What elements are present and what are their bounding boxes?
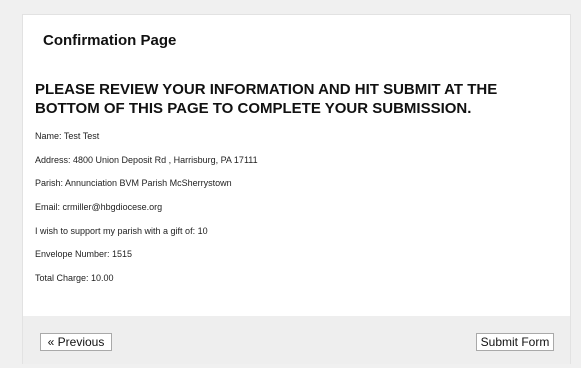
page-title: Confirmation Page bbox=[43, 32, 177, 49]
submission-summary: Name: Test Test Address: 4800 Union Depo… bbox=[35, 131, 555, 297]
previous-button[interactable]: « Previous bbox=[40, 333, 112, 351]
envelope-number-field: Envelope Number: 1515 bbox=[35, 249, 133, 260]
confirmation-card: Confirmation Page PLEASE REVIEW YOUR INF… bbox=[22, 14, 571, 364]
email-field: Email: crmiller@hbgdiocese.org bbox=[35, 202, 163, 213]
total-charge-field: Total Charge: 10.00 bbox=[35, 273, 114, 284]
address-field: Address: 4800 Union Deposit Rd , Harrisb… bbox=[35, 154, 258, 165]
name-field: Name: Test Test bbox=[35, 131, 100, 141]
review-instruction: PLEASE REVIEW YOUR INFORMATION AND HIT S… bbox=[35, 81, 498, 117]
gift-field: I wish to support my parish with a gift … bbox=[35, 225, 208, 236]
submit-form-button[interactable]: Submit Form bbox=[476, 333, 554, 351]
form-footer: « Previous Submit Form bbox=[23, 316, 570, 364]
parish-field: Parish: Annunciation BVM Parish McSherry… bbox=[35, 178, 232, 189]
